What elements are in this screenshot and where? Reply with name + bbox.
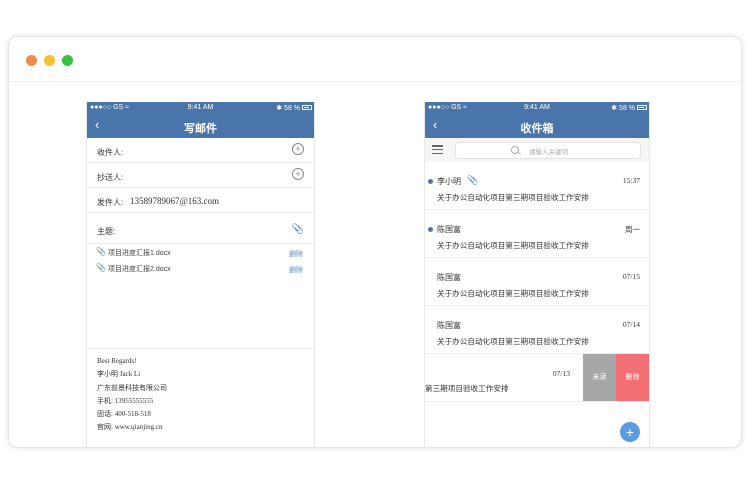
status-bar: ●●●○○ GS ≈ 9:41 AM ✱ 58 % [425, 102, 649, 114]
battery-icon [302, 105, 312, 110]
signature-line: 官网: www.qianjing.cn [97, 423, 163, 432]
mail-time: 07/13 [552, 369, 570, 378]
compose-fab-button[interactable]: + [620, 422, 640, 442]
mail-time: 07/14 [622, 320, 640, 329]
unread-dot-icon [428, 227, 433, 232]
cc-label: 抄送人: [97, 173, 124, 182]
add-cc-icon[interactable]: + [292, 168, 304, 180]
mark-unread-button[interactable]: 未读 [583, 354, 616, 401]
search-icon [511, 146, 519, 154]
mail-item[interactable]: 陈国富 07/14 关于办公自动化项目第三期项目验收工作安排 [425, 306, 649, 354]
paperclip-icon: 📎 [96, 247, 106, 256]
mail-item[interactable]: 李小明 📎 15:37 关于办公自动化项目第三期项目验收工作安排 [425, 162, 649, 210]
inbox-screen: ●●●○○ GS ≈ 9:41 AM ✱ 58 % ‹ 收件箱 请输入关键词 李… [424, 102, 650, 447]
cc-field[interactable]: 抄送人: + [87, 163, 314, 188]
mail-item[interactable]: 陈国富 07/15 关于办公自动化项目第三期项目验收工作安排 [425, 258, 649, 306]
status-bar: ●●●○○ GS ≈ 9:41 AM ✱ 58 % [87, 102, 314, 114]
signature-line: 广东前景科技有限公司 [97, 383, 167, 392]
mail-time: 15:37 [622, 176, 640, 185]
signature-line: Best Regards! [97, 357, 137, 365]
unread-dot-icon [428, 179, 433, 184]
signature-divider [87, 348, 314, 349]
page-title: 收件箱 [520, 123, 554, 135]
window-titlebar [9, 37, 741, 82]
mail-sender: 李小明 [437, 177, 461, 186]
mail-subject: 关于办公自动化项目第三期项目验收工作安排 [437, 241, 589, 250]
page-title: 写邮件 [184, 123, 217, 135]
mail-sender: 陈国富 [437, 225, 461, 234]
paperclip-icon[interactable]: 📎 [292, 224, 304, 235]
close-window-dot[interactable] [26, 55, 37, 66]
to-field[interactable]: 收件人: + [87, 138, 314, 163]
mail-subject: 关于办公自动化项目第三期项目验收工作安排 [437, 337, 589, 346]
compose-navbar: ‹ 写邮件 [87, 114, 314, 138]
signature-line: 李小明 Jack Li [97, 370, 141, 379]
mail-item[interactable]: 陈国富 周一 关于办公自动化项目第三期项目验收工作安排 [425, 210, 649, 258]
mail-time: 07/15 [622, 272, 640, 281]
menu-icon[interactable] [432, 145, 443, 155]
paperclip-icon: 📎 [96, 263, 106, 272]
inbox-navbar: ‹ 收件箱 [425, 114, 649, 138]
delete-mail-button[interactable]: 删除 [616, 354, 649, 401]
search-input[interactable]: 请输入关键词 [455, 142, 641, 159]
mail-sender: 陈国富 [437, 321, 461, 330]
attachment-name: 项目进度汇报2.docx [108, 266, 171, 273]
mail-subject: 第三期项目验收工作安排 [425, 384, 509, 393]
search-bar: 请输入关键词 [425, 138, 649, 162]
mail-subject: 关于办公自动化项目第三期项目验收工作安排 [437, 193, 589, 202]
battery-icon [637, 105, 647, 110]
minimize-window-dot[interactable] [44, 55, 55, 66]
battery-percent: ✱ 58 % [276, 105, 300, 112]
add-recipient-icon[interactable]: + [292, 143, 304, 155]
signature-line: 固话: 400-518-518 [97, 410, 151, 419]
from-field[interactable]: 发件人: 13589789067@163.com [87, 188, 314, 213]
subject-field[interactable]: 主题: 📎 [87, 213, 314, 244]
compose-screen: ●●●○○ GS ≈ 9:41 AM ✱ 58 % ‹ 写邮件 收件人: + 抄… [86, 102, 315, 447]
maximize-window-dot[interactable] [62, 55, 73, 66]
from-value: 13589789067@163.com [130, 196, 220, 206]
attachment-item: 📎 项目进度汇报1.docx 删除 [87, 244, 314, 260]
paperclip-icon: 📎 [467, 175, 479, 185]
mail-sender: 陈国富 [437, 273, 461, 282]
delete-attachment-link[interactable]: 删除 [289, 249, 303, 259]
browser-window: ●●●○○ GS ≈ 9:41 AM ✱ 58 % ‹ 写邮件 收件人: + 抄… [8, 36, 742, 448]
swiped-mail-item[interactable]: 07/13 第三期项目验收工作安排 未读 删除 [425, 354, 649, 402]
battery-percent: ✱ 58 % [611, 105, 635, 112]
from-label: 发件人: [97, 198, 124, 207]
subject-label: 主题: [97, 227, 116, 236]
to-label: 收件人: [97, 148, 124, 157]
email-signature[interactable]: Best Regards! 李小明 Jack Li 广东前景科技有限公司 手机:… [97, 355, 167, 435]
attachment-item: 📎 项目进度汇报2.docx 删除 [87, 260, 314, 276]
mail-subject: 关于办公自动化项目第三期项目验收工作安排 [437, 289, 589, 298]
attachment-name: 项目进度汇报1.docx [108, 250, 171, 257]
search-placeholder: 请输入关键词 [529, 149, 568, 156]
signature-line: 手机: 13955555555 [97, 396, 154, 405]
mail-time: 周一 [625, 225, 640, 234]
delete-attachment-link[interactable]: 删除 [289, 265, 303, 275]
